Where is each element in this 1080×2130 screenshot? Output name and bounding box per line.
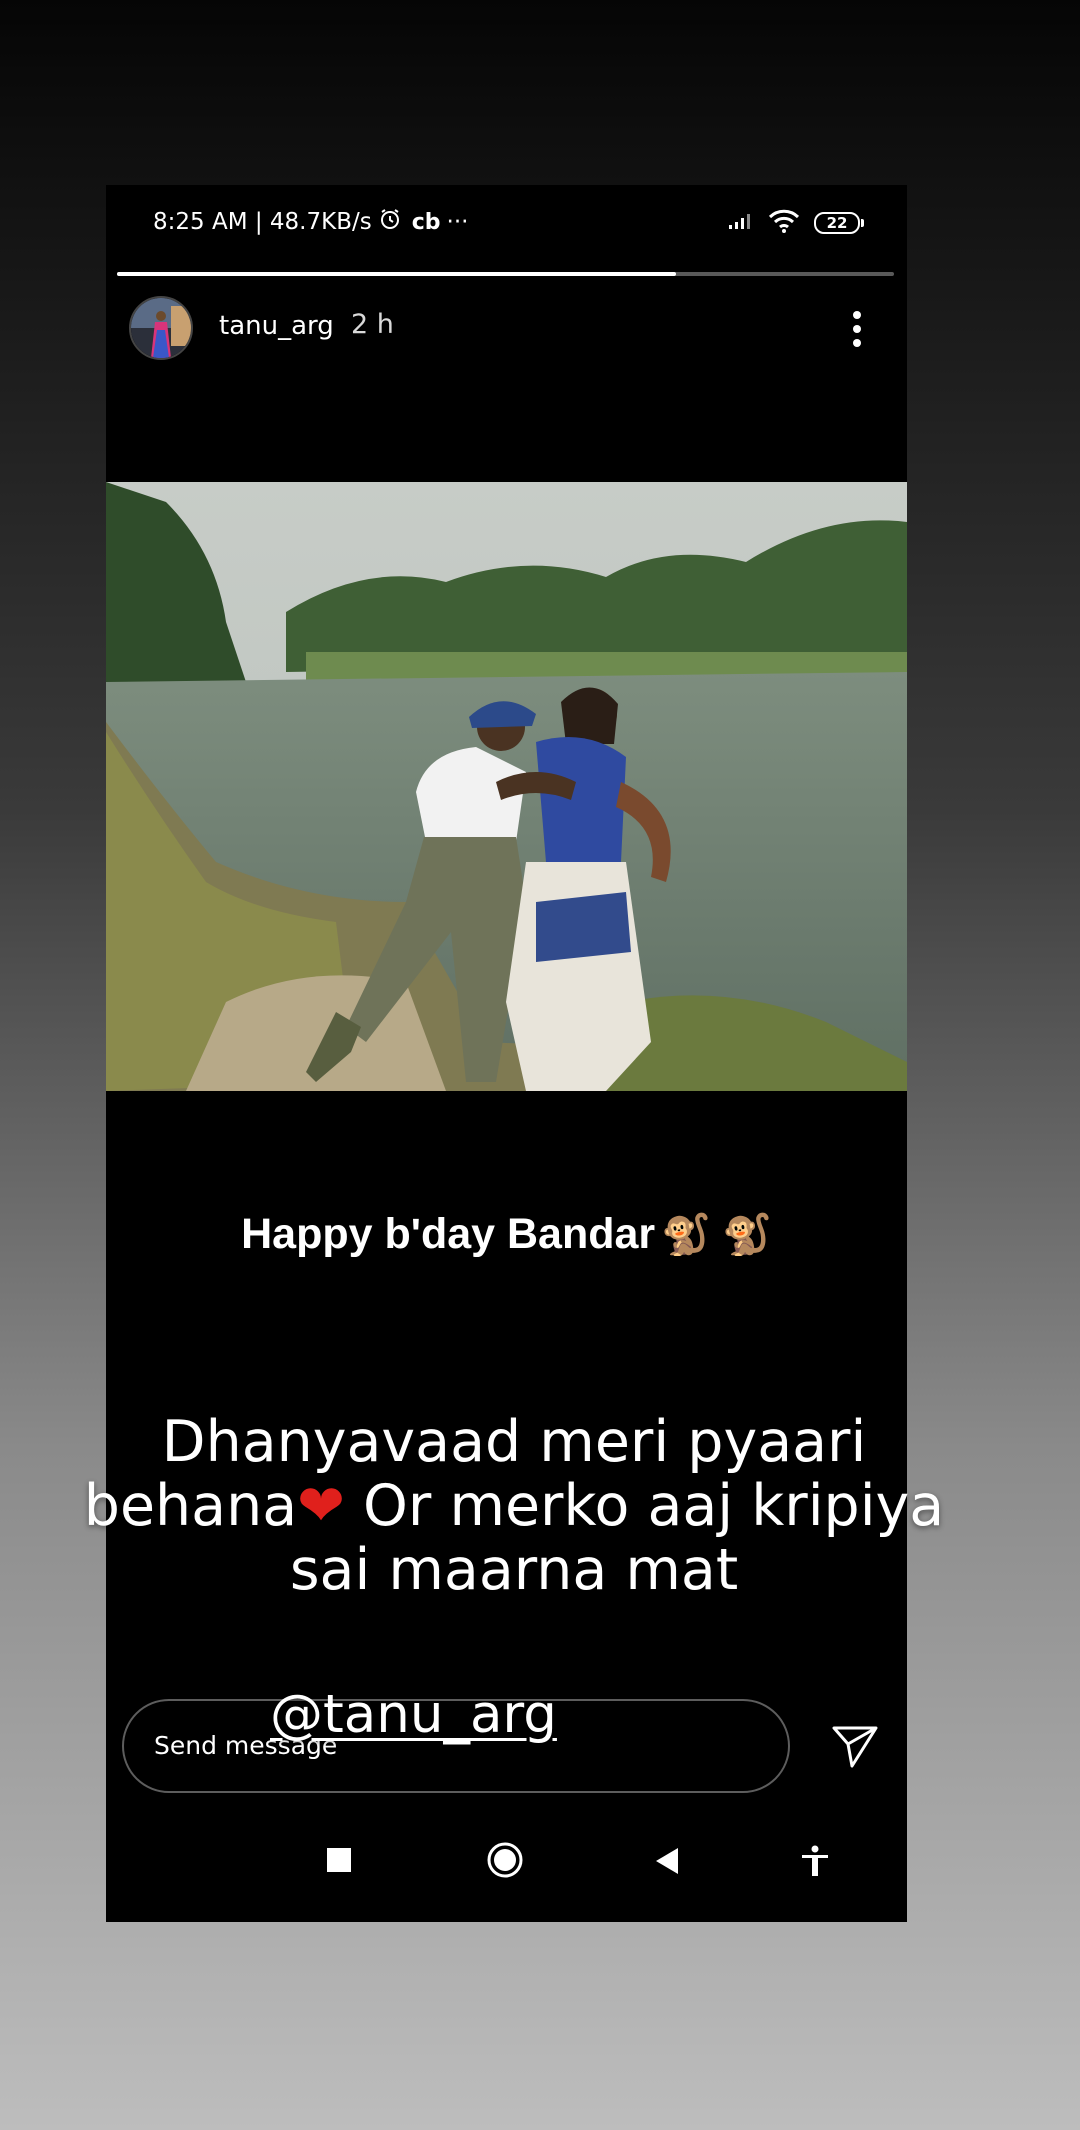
reply-line-2b: Or merko aaj kripiya [344, 1473, 945, 1539]
signal-icon [728, 212, 754, 234]
caption-text: Happy b'day Bandar [241, 1210, 656, 1258]
reply-line-1: Dhanyavaad meri pyaari [161, 1409, 867, 1475]
status-overflow: ··· [446, 209, 469, 235]
status-left: 8:25 AM | 48.7KB/s cb ··· [153, 207, 468, 237]
wifi-icon [768, 209, 800, 237]
more-vertical-icon[interactable] [847, 307, 867, 351]
reply-line-2: behana❤ Or merko aaj kripiya [44, 1474, 984, 1538]
accessibility-icon[interactable] [800, 1845, 830, 1881]
phone-screen: 8:25 AM | 48.7KB/s cb ··· 22 tanu_arg 2 … [106, 185, 907, 1922]
story-time: 2 h [351, 309, 394, 340]
story-header: tanu_arg 2 h [106, 293, 907, 365]
story-caption: Happy b'day Bandar 🐒 🐒 [106, 1210, 907, 1259]
story-photo [106, 482, 907, 1091]
status-right: 22 [728, 209, 864, 237]
story-progress-bar [117, 272, 894, 276]
recents-icon[interactable] [326, 1847, 352, 1877]
reply-line-3: sai maarna mat [289, 1537, 739, 1603]
reply-text-overlay: Dhanyavaad meri pyaari behana❤ Or merko … [44, 1410, 984, 1602]
alarm-icon [378, 207, 402, 237]
mention-sticker[interactable]: @tanu_arg [270, 1684, 557, 1745]
status-time-speed: 8:25 AM | 48.7KB/s [153, 209, 372, 235]
system-nav-bar [106, 1825, 907, 1905]
app-badge: cb [411, 209, 441, 235]
home-icon[interactable] [486, 1841, 524, 1883]
caption-emoji: 🐒 🐒 [661, 1213, 772, 1257]
reply-line-2a: behana [83, 1473, 298, 1539]
story-username[interactable]: tanu_arg [219, 311, 334, 341]
story-progress-fill [117, 272, 677, 276]
back-icon[interactable] [654, 1847, 680, 1879]
avatar[interactable] [129, 296, 193, 360]
battery-icon: 22 [814, 212, 864, 234]
status-bar: 8:25 AM | 48.7KB/s cb ··· 22 [106, 185, 907, 261]
send-icon[interactable] [832, 1726, 878, 1768]
heart-emoji: ❤ [297, 1473, 345, 1539]
